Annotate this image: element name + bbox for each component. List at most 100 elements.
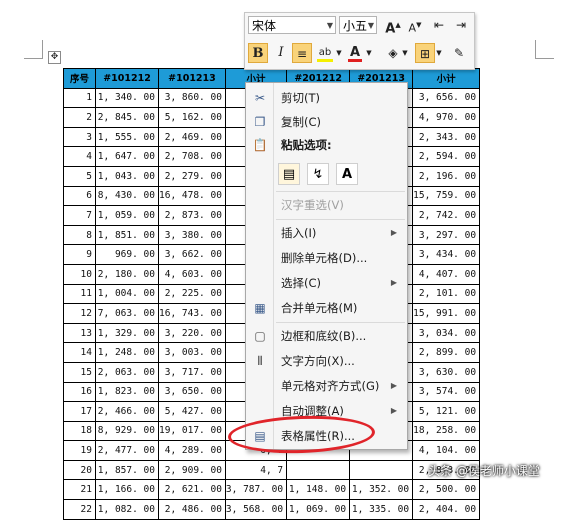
table-cell[interactable]: 2, 279. 00 <box>158 165 226 187</box>
table-cell[interactable]: 1, 069. 00 <box>286 499 351 520</box>
highlight-color-icon[interactable]: ab <box>315 43 335 63</box>
table-cell[interactable]: 3, 297. 00 <box>412 224 481 246</box>
table-cell[interactable]: 15, 991. 00 <box>412 303 481 324</box>
decrease-indent-icon[interactable]: ⇤ <box>429 15 449 35</box>
table-cell[interactable]: 19, 017. 00 <box>158 420 226 442</box>
table-cell[interactable]: 2, 196. 00 <box>412 165 481 187</box>
table-cell[interactable]: 3, 380. 00 <box>158 224 226 246</box>
table-cell[interactable]: 8, 929. 00 <box>95 420 159 442</box>
row-number-cell[interactable]: 21 <box>63 479 96 501</box>
bold-button[interactable]: B <box>248 43 268 63</box>
increase-indent-icon[interactable]: ⇥ <box>451 15 471 35</box>
shading-fill-icon[interactable]: ◈ <box>383 43 403 63</box>
menu-item-insert[interactable]: 插入(I) ▶ <box>246 222 407 244</box>
table-cell[interactable]: 969. 00 <box>95 244 159 265</box>
table-cell[interactable]: 1, 555. 00 <box>95 126 159 148</box>
row-number-cell[interactable]: 13 <box>63 322 96 344</box>
table-cell[interactable]: 7, 063. 00 <box>95 303 159 324</box>
table-cell[interactable]: 3, 220. 00 <box>158 322 226 344</box>
paste-keep-formatting-icon[interactable]: ▤ <box>278 163 300 185</box>
menu-item-delete-cells[interactable]: 删除单元格(D)... <box>246 247 407 269</box>
chevron-down-icon[interactable]: ▼ <box>365 43 373 63</box>
table-cell[interactable]: 5, 121. 00 <box>412 401 481 422</box>
table-cell[interactable]: 2, 101. 00 <box>412 283 481 305</box>
table-cell[interactable]: 1, 329. 00 <box>95 322 159 344</box>
row-number-cell[interactable]: 5 <box>63 165 96 187</box>
table-cell[interactable]: 2, 180. 00 <box>95 263 159 285</box>
table-cell[interactable] <box>349 459 414 481</box>
table-cell[interactable]: 18, 258. 00 <box>412 420 481 442</box>
chevron-down-icon[interactable]: ▼ <box>435 43 443 63</box>
table-cell[interactable]: 1, 082. 00 <box>95 499 159 520</box>
table-cell[interactable] <box>286 459 351 481</box>
table-cell[interactable]: 15, 759. 00 <box>412 185 481 207</box>
table-cell[interactable]: 3, 034. 00 <box>412 322 481 344</box>
table-cell[interactable]: 2, 909. 00 <box>158 459 226 481</box>
align-center-button[interactable]: ≡ <box>292 43 312 63</box>
table-cell[interactable]: 1, 166. 00 <box>95 479 159 501</box>
table-cell[interactable]: 2, 845. 00 <box>95 107 159 128</box>
table-cell[interactable]: 4, 407. 00 <box>412 263 481 285</box>
table-cell[interactable]: 1, 352. 00 <box>349 479 414 501</box>
table-cell[interactable]: 3, 787. 00 <box>224 479 288 501</box>
menu-item-borders-shading[interactable]: ▢ 边框和底纹(B)... <box>246 325 407 347</box>
chevron-down-icon[interactable]: ▼ <box>401 43 409 63</box>
table-cell[interactable]: 2, 899. 00 <box>412 342 481 363</box>
menu-item-cell-alignment[interactable]: 单元格对齐方式(G) ▶ <box>246 375 407 397</box>
table-cell[interactable]: 4, 104. 00 <box>412 440 481 461</box>
row-number-cell[interactable]: 11 <box>63 283 96 305</box>
menu-item-select[interactable]: 选择(C) ▶ <box>246 272 407 294</box>
row-number-cell[interactable]: 6 <box>63 185 96 207</box>
row-number-cell[interactable]: 18 <box>63 420 96 442</box>
table-cell[interactable]: 2, 343. 00 <box>412 126 481 148</box>
paste-merge-formatting-icon[interactable]: ↯ <box>307 163 329 185</box>
grow-font-button[interactable]: A▲ <box>383 15 403 36</box>
table-cell[interactable]: 4, 603. 00 <box>158 263 226 285</box>
row-number-cell[interactable]: 8 <box>63 224 96 246</box>
table-cell[interactable]: 2, 500. 00 <box>412 479 481 501</box>
italic-button[interactable]: I <box>271 43 291 63</box>
table-cell[interactable]: 2, 621. 00 <box>158 479 226 501</box>
menu-item-text-direction[interactable]: ⫴ 文字方向(X)... <box>246 350 407 372</box>
table-cell[interactable]: 3, 662. 00 <box>158 244 226 265</box>
font-color-button[interactable]: A <box>345 43 365 63</box>
table-cell[interactable]: 3, 650. 00 <box>158 381 226 403</box>
menu-item-merge-cells[interactable]: ▦ 合并单元格(M) <box>246 297 407 319</box>
row-number-cell[interactable]: 7 <box>63 205 96 226</box>
table-cell[interactable]: 5, 162. 00 <box>158 107 226 128</box>
row-number-cell[interactable]: 14 <box>63 342 96 363</box>
table-cell[interactable]: 1, 647. 00 <box>95 146 159 167</box>
table-cell[interactable]: 16, 478. 00 <box>158 185 226 207</box>
row-number-cell[interactable]: 9 <box>63 244 96 265</box>
row-number-cell[interactable]: 12 <box>63 303 96 324</box>
shrink-font-button[interactable]: A▼ <box>405 15 425 35</box>
table-cell[interactable]: 2, 225. 00 <box>158 283 226 305</box>
borders-icon[interactable]: ⊞ <box>415 43 435 63</box>
table-cell[interactable]: 1, 148. 00 <box>286 479 351 501</box>
row-number-cell[interactable]: 2 <box>63 107 96 128</box>
table-cell[interactable]: 1, 823. 00 <box>95 381 159 403</box>
font-size-select[interactable]: 小五 ▼ <box>339 16 377 34</box>
table-cell[interactable]: 2, 477. 00 <box>95 440 159 461</box>
format-painter-icon[interactable]: ✎ <box>449 43 469 63</box>
table-cell[interactable]: 8, 430. 00 <box>95 185 159 207</box>
table-cell[interactable]: 4, 970. 00 <box>412 107 481 128</box>
table-cell[interactable]: 2, 708. 00 <box>158 146 226 167</box>
table-cell[interactable]: 3, 656. 00 <box>412 87 481 109</box>
row-number-cell[interactable]: 15 <box>63 361 96 383</box>
menu-item-cut[interactable]: ✂ 剪切(T) <box>246 87 407 109</box>
table-cell[interactable]: 1, 043. 00 <box>95 165 159 187</box>
table-cell[interactable]: 1, 340. 00 <box>95 87 159 109</box>
table-cell[interactable]: 1, 851. 00 <box>95 224 159 246</box>
table-cell[interactable]: 3, 860. 00 <box>158 87 226 109</box>
row-number-cell[interactable]: 19 <box>63 440 96 461</box>
paste-text-only-icon[interactable]: A <box>336 163 358 185</box>
table-cell[interactable]: 16, 743. 00 <box>158 303 226 324</box>
table-cell[interactable]: 2, 404. 00 <box>412 499 481 520</box>
row-number-cell[interactable]: 17 <box>63 401 96 422</box>
table-cell[interactable]: 1, 248. 00 <box>95 342 159 363</box>
table-cell[interactable]: 3, 630. 00 <box>412 361 481 383</box>
table-cell[interactable]: 3, 568. 00 <box>224 499 288 520</box>
table-cell[interactable]: 2, 063. 00 <box>95 361 159 383</box>
table-cell[interactable]: 3, 717. 00 <box>158 361 226 383</box>
